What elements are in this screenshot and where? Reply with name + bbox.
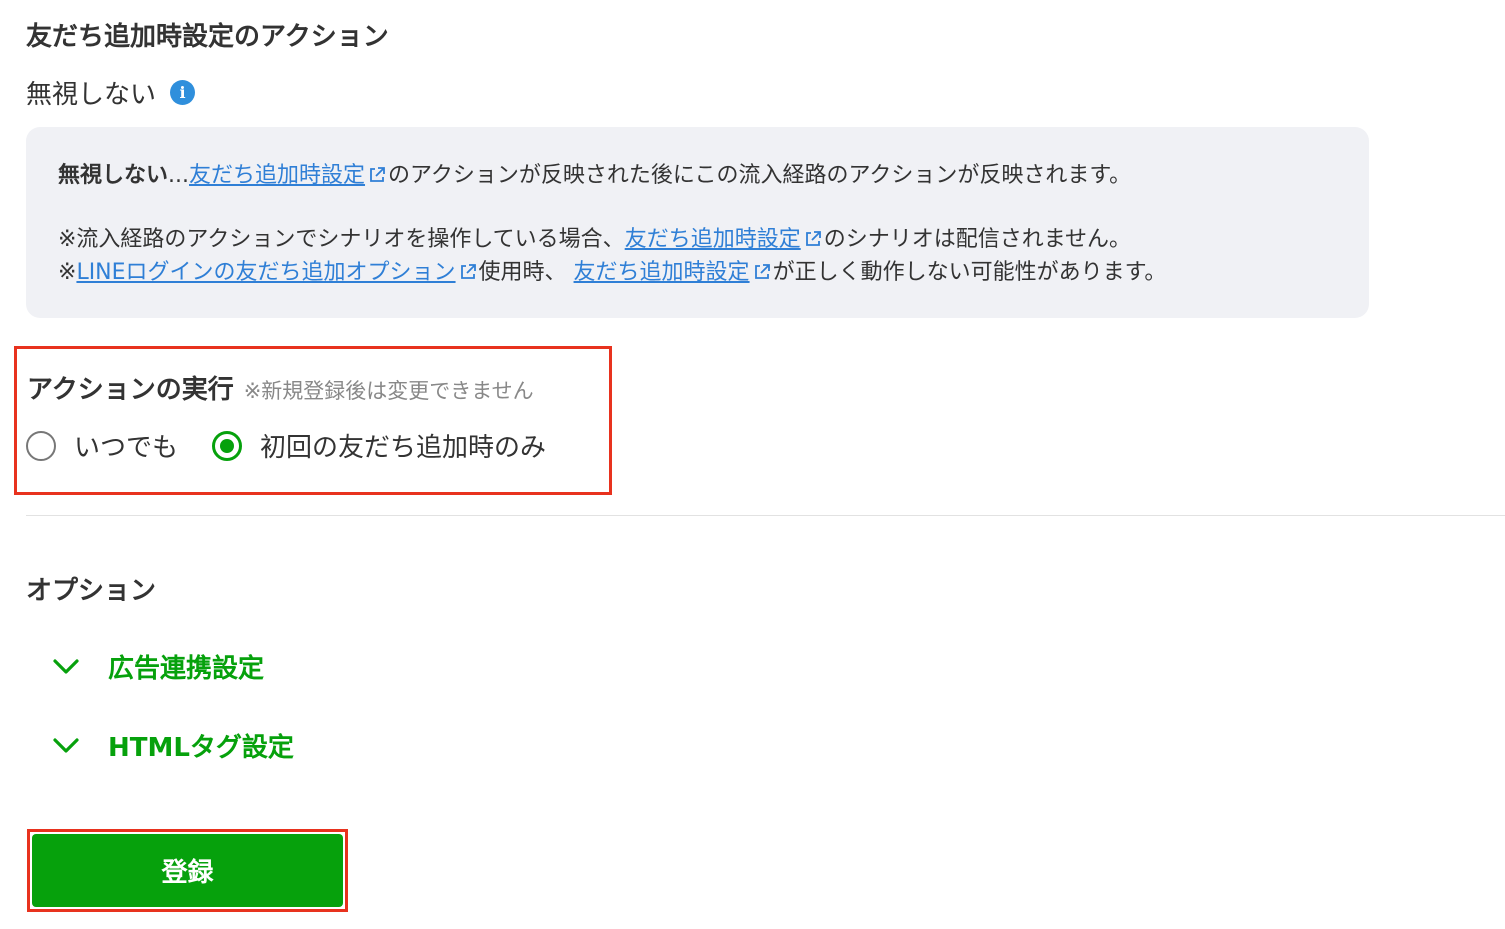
- options-title: オプション: [26, 576, 157, 606]
- external-link-icon: [460, 264, 476, 279]
- radio-label: いつでも: [74, 433, 179, 463]
- note-line-2-text: のシナリオは配信されません。: [823, 227, 1132, 252]
- external-link-icon: [805, 231, 821, 246]
- radio-label: 初回の友だち追加時のみ: [260, 433, 547, 463]
- submit-button[interactable]: 登録: [32, 834, 343, 907]
- note-line-1: 無視しない...友だち追加時設定 のアクションが反映された後にこの流入経路のアクシ…: [58, 159, 1337, 192]
- note-strong: 無視しない: [58, 163, 169, 188]
- chevron-down-icon: [53, 737, 79, 753]
- radio-circle[interactable]: [212, 430, 243, 461]
- radio-dot: [220, 438, 235, 453]
- note-line-1-text: のアクションが反映された後にこの流入経路のアクションが反映されます。: [388, 163, 1132, 188]
- chevron-down-icon: [53, 658, 79, 674]
- friend-add-action-title: 友だち追加時設定のアクション: [26, 22, 389, 52]
- note-line-2-prefix: ※流入経路のアクションでシナリオを操作している場合、: [58, 227, 625, 252]
- action-execution-hint: ※新規登録後は変更できません: [243, 379, 534, 403]
- friend-add-action-value: 無視しない: [26, 80, 157, 110]
- accordion-label: 広告連携設定: [108, 654, 265, 684]
- friend-add-settings-link[interactable]: 友だち追加時設定: [189, 163, 365, 188]
- external-link-icon: [754, 264, 770, 279]
- accordion-label: HTMLタグ設定: [108, 733, 294, 763]
- note-line-2: ※流入経路のアクションでシナリオを操作している場合、友だち追加時設定 のシナリオは…: [58, 223, 1337, 256]
- note-box: 無視しない...友だち追加時設定 のアクションが反映された後にこの流入経路のアクシ…: [26, 127, 1369, 318]
- action-execution-radio-group: いつでも 初回の友だち追加時のみ: [26, 427, 546, 464]
- radio-first-friend-add-only[interactable]: 初回の友だち追加時のみ: [212, 427, 546, 464]
- accordion-ad-integration[interactable]: 広告連携設定: [52, 648, 264, 685]
- accordion-html-tag[interactable]: HTMLタグ設定: [52, 727, 294, 764]
- note-line-3: ※LINEログインの友だち追加オプション 使用時、 友だち追加時設定 が正しく動作し…: [58, 256, 1337, 289]
- note-line-3-mid: 使用時、: [478, 260, 574, 285]
- note-dots: ...: [168, 163, 189, 188]
- action-execution-header: アクションの実行 ※新規登録後は変更できません: [27, 369, 534, 406]
- radio-circle[interactable]: [26, 430, 56, 461]
- friend-add-settings-link[interactable]: 友だち追加時設定: [625, 227, 801, 252]
- friend-add-action-value-row: 無視しない i: [26, 74, 196, 111]
- radio-anytime[interactable]: いつでも: [26, 427, 178, 464]
- line-login-option-link[interactable]: LINEログインの友だち追加オプション: [76, 260, 455, 285]
- action-execution-title: アクションの実行: [27, 375, 234, 405]
- note-line-3-text: が正しく動作しない可能性があります。: [772, 260, 1167, 285]
- info-icon[interactable]: i: [170, 80, 196, 105]
- note-line-3-prefix: ※: [58, 260, 77, 285]
- divider: [26, 515, 1505, 516]
- external-link-icon: [370, 167, 385, 182]
- friend-add-settings-link[interactable]: 友だち追加時設定: [574, 260, 750, 285]
